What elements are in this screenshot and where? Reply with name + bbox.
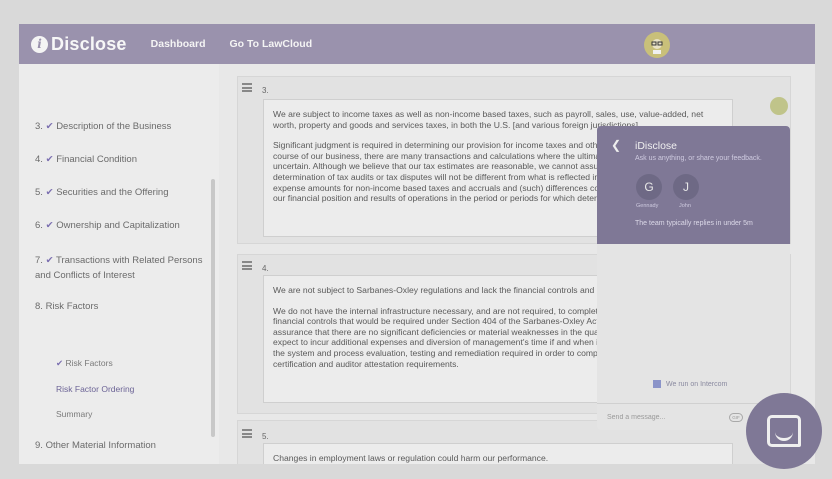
agent-initial: J	[683, 180, 689, 194]
item-number: 5.	[35, 187, 43, 198]
check-icon: ✔	[45, 255, 54, 266]
sidebar-subitem-summary[interactable]: Summary	[56, 409, 92, 419]
sidebar-item-label: Financial Condition	[56, 154, 137, 165]
chat-header: ❮ iDisclose Ask us anything, or share yo…	[597, 126, 790, 244]
user-avatar[interactable]	[644, 32, 670, 58]
check-icon: ✔	[56, 358, 64, 368]
gif-button[interactable]: GIF	[729, 413, 743, 422]
sidebar-item-label: Ownership and Capitalization	[56, 220, 180, 231]
card-number: 5.	[262, 432, 269, 441]
sidebar-item-label: Transactions with Related Persons and Co…	[35, 255, 203, 281]
powered-by-label: We run on Intercom	[666, 380, 728, 388]
sidebar-subitem-label: Risk Factors	[65, 358, 113, 368]
drag-handle-icon[interactable]	[242, 83, 252, 92]
reply-time: The team typically replies in under 5m	[635, 220, 753, 227]
item-number: 3.	[35, 121, 43, 132]
item-number: 7.	[35, 255, 43, 266]
sidebar-subitem-risk-factors[interactable]: ✔ Risk Factors	[56, 358, 113, 369]
sidebar-subitem-label: Summary	[56, 409, 93, 419]
item-number: 6.	[35, 220, 43, 231]
logo-icon: i	[31, 35, 48, 53]
agent-initial: G	[644, 180, 654, 194]
sidebar-item-risk-factors[interactable]: 8. Risk Factors	[35, 300, 205, 314]
item-number: 8.	[35, 301, 43, 312]
chat-title: iDisclose	[635, 140, 678, 152]
avatar-face-icon	[651, 39, 663, 54]
agent-name: John	[679, 203, 691, 209]
message-input[interactable]	[607, 411, 727, 423]
chat-subtitle: Ask us anything, or share your feedback.	[635, 155, 762, 162]
chat-panel: ❮ iDisclose Ask us anything, or share yo…	[597, 126, 790, 430]
agent-avatar: J	[673, 174, 699, 200]
intercom-icon	[653, 380, 661, 388]
sidebar-item-label: Other Material Information	[45, 440, 156, 451]
sidebar-scrollbar[interactable]	[211, 179, 215, 437]
sidebar-item-label: Description of the Business	[56, 121, 172, 132]
chevron-left-icon[interactable]: ❮	[611, 138, 621, 152]
sidebar-subitem-risk-factor-ordering[interactable]: Risk Factor Ordering	[56, 384, 134, 394]
logo-text: Disclose	[51, 33, 127, 54]
check-icon: ✔	[45, 121, 54, 132]
item-number: 4.	[35, 154, 43, 165]
drag-handle-icon[interactable]	[242, 429, 252, 438]
check-icon: ✔	[45, 187, 54, 198]
agent-avatar: G	[636, 174, 662, 200]
chat-bubble-icon	[767, 415, 801, 447]
sidebar-item-description-of-business[interactable]: 3. ✔ Description of the Business	[35, 120, 205, 134]
sidebar-subitem-label: Risk Factor Ordering	[56, 384, 135, 394]
drag-handle-icon[interactable]	[242, 261, 252, 270]
powered-by-intercom[interactable]: We run on Intercom	[653, 380, 727, 388]
sidebar-item-label: Securities and the Offering	[56, 187, 169, 198]
check-icon: ✔	[45, 220, 54, 231]
risk-factor-text[interactable]: Changes in employment laws or regulation…	[263, 443, 733, 464]
paragraph: Changes in employment laws or regulation…	[273, 453, 549, 463]
logo[interactable]: i Disclose	[31, 34, 127, 55]
sidebar: 3. ✔ Description of the Business 4. ✔ Fi…	[19, 64, 219, 464]
nav-go-to-lawcloud[interactable]: Go To LawCloud	[229, 38, 312, 50]
agent-name: Gennady	[636, 203, 659, 209]
sidebar-item-securities-offering[interactable]: 5. ✔ Securities and the Offering	[35, 186, 205, 200]
sidebar-item-financial-condition[interactable]: 4. ✔ Financial Condition	[35, 153, 205, 167]
top-navigation-bar: i Disclose Dashboard Go To LawCloud	[19, 24, 815, 64]
sidebar-item-related-persons[interactable]: 7. ✔ Transactions with Related Persons a…	[35, 253, 203, 283]
sidebar-item-ownership-capitalization[interactable]: 6. ✔ Ownership and Capitalization	[35, 219, 205, 233]
status-badge	[770, 97, 788, 115]
sidebar-item-label: Risk Factors	[45, 301, 99, 312]
sidebar-item-other-material-information[interactable]: 9. Other Material Information	[35, 439, 205, 453]
chat-launcher-button[interactable]	[746, 393, 822, 469]
nav-dashboard[interactable]: Dashboard	[151, 38, 206, 50]
check-icon: ✔	[45, 154, 54, 165]
card-number: 3.	[262, 86, 269, 95]
item-number: 9.	[35, 440, 43, 451]
card-number: 4.	[262, 264, 269, 273]
